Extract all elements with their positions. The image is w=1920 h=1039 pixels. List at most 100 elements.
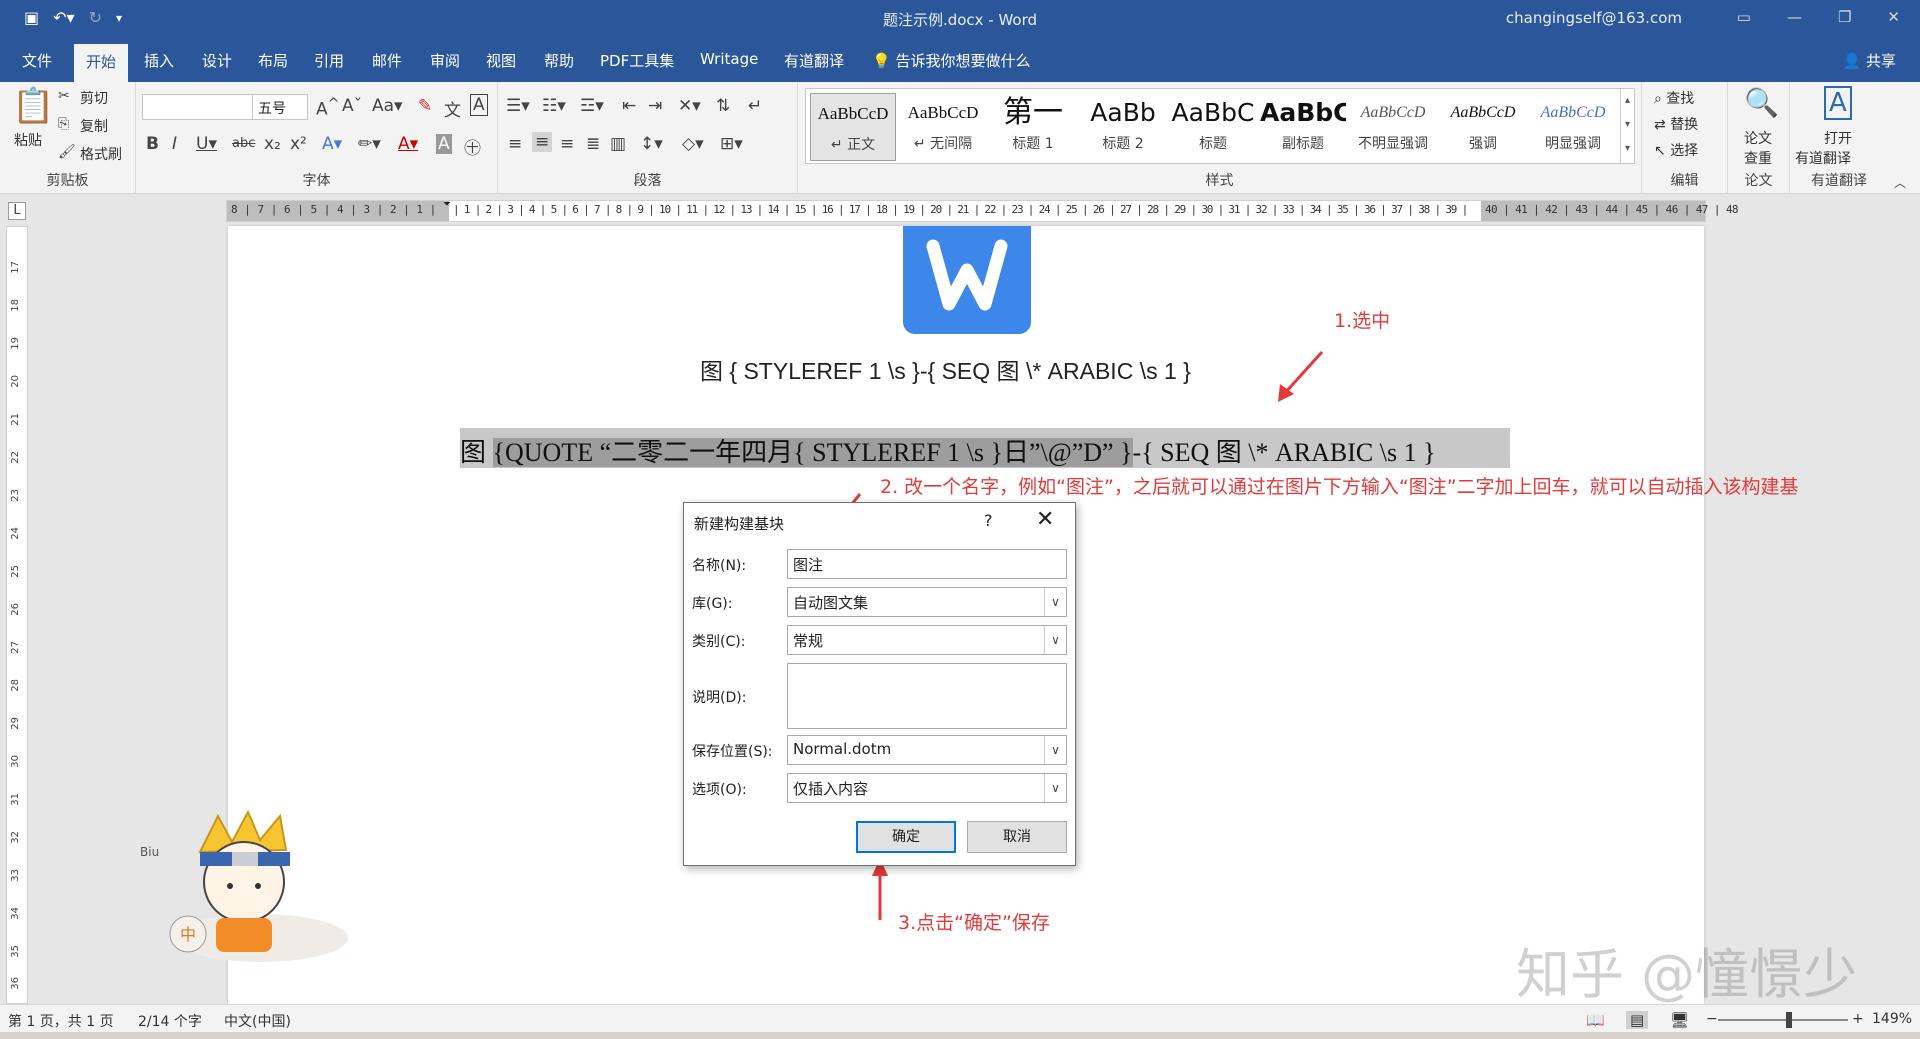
ok-button[interactable]: 确定 bbox=[856, 821, 956, 853]
enclose-char-icon[interactable]: ㊉ bbox=[464, 134, 481, 159]
cut-button[interactable]: 剪切 bbox=[80, 88, 108, 108]
numbering-icon[interactable]: ☷▾ bbox=[542, 96, 566, 116]
zoom-out-icon[interactable]: − bbox=[1706, 1011, 1718, 1027]
translate-icon[interactable]: A bbox=[1824, 86, 1852, 120]
tab-insert[interactable]: 插入 bbox=[144, 50, 174, 71]
zoom-slider[interactable] bbox=[1718, 1019, 1848, 1021]
description-field[interactable] bbox=[787, 663, 1067, 729]
style-emphasis[interactable]: AaBbCcD 强调 bbox=[1440, 93, 1526, 161]
zoom-in-icon[interactable]: + bbox=[1852, 1011, 1864, 1027]
shading-icon[interactable]: ◇▾ bbox=[682, 134, 704, 154]
styles-scroll[interactable]: ▴ ▾ ▾ bbox=[1620, 89, 1634, 163]
tab-file[interactable]: 文件 bbox=[22, 50, 52, 71]
underline-icon[interactable]: U▾ bbox=[196, 134, 217, 154]
chevron-down-icon[interactable]: ∨ bbox=[1044, 588, 1066, 616]
highlight-icon[interactable]: ✏▾ bbox=[358, 134, 381, 154]
chevron-down-icon[interactable]: ∨ bbox=[1044, 626, 1066, 654]
tab-design[interactable]: 设计 bbox=[202, 50, 232, 71]
tab-view[interactable]: 视图 bbox=[486, 50, 516, 71]
tab-review[interactable]: 审阅 bbox=[430, 50, 460, 71]
italic-icon[interactable]: I bbox=[172, 134, 177, 154]
read-mode-icon[interactable]: 📖 bbox=[1586, 1011, 1605, 1029]
style-title[interactable]: AaBbC 标题 bbox=[1170, 93, 1256, 161]
change-case-icon[interactable]: Aa▾ bbox=[372, 96, 403, 116]
web-layout-icon[interactable]: 🖥 bbox=[1670, 1011, 1689, 1029]
copy-button[interactable]: 复制 bbox=[80, 116, 108, 136]
youdao-label-2[interactable]: 有道翻译 bbox=[1795, 148, 1851, 168]
print-layout-icon[interactable]: ▤ bbox=[1626, 1011, 1649, 1029]
style-subtle-emphasis[interactable]: AaBbCcD 不明显强调 bbox=[1350, 93, 1436, 161]
horizontal-ruler[interactable]: 8 | 7 | 6 | 5 | 4 | 3 | 2 | 1 | | 1 | 2 … bbox=[226, 199, 1739, 222]
minimize-icon[interactable]: — bbox=[1787, 8, 1802, 26]
share-button[interactable]: 👤 共享 bbox=[1843, 50, 1896, 71]
bold-icon[interactable]: B bbox=[146, 134, 159, 154]
style-normal[interactable]: AaBbCcD ↵ 正文 bbox=[810, 93, 896, 161]
bullets-icon[interactable]: ☰▾ bbox=[506, 96, 530, 116]
grow-font-icon[interactable]: A^ bbox=[316, 96, 340, 120]
shrink-font-icon[interactable]: Aˇ bbox=[342, 96, 362, 116]
tab-stop-selector-icon[interactable]: L bbox=[8, 202, 26, 220]
paste-button[interactable]: 粘贴 bbox=[14, 130, 42, 150]
word-logo-image[interactable] bbox=[903, 226, 1031, 334]
strikethrough-icon[interactable]: abc bbox=[232, 136, 255, 151]
word-count[interactable]: 2/14 个字 bbox=[138, 1011, 202, 1031]
restore-icon[interactable]: ❐ bbox=[1838, 8, 1851, 26]
tab-youdao[interactable]: 有道翻译 bbox=[784, 50, 844, 71]
justify-icon[interactable]: ≣ bbox=[586, 134, 600, 154]
clear-format-icon[interactable]: ✎ bbox=[418, 96, 432, 116]
selected-field-code-line[interactable]: 图 {QUOTE “二零二一年四月{ STYLEREF 1 \s }日”\@”D… bbox=[460, 428, 1510, 468]
close-dialog-button[interactable]: ✕ bbox=[1036, 507, 1054, 532]
format-painter-button[interactable]: 格式刷 bbox=[80, 144, 122, 164]
style-heading-1[interactable]: 第一 标题 1 bbox=[990, 93, 1076, 161]
align-center-icon[interactable]: ≡ bbox=[532, 132, 553, 152]
chevron-down-icon[interactable]: ∨ bbox=[1044, 736, 1066, 764]
font-name-box[interactable] bbox=[142, 94, 254, 120]
tab-mailings[interactable]: 邮件 bbox=[372, 50, 402, 71]
language-status[interactable]: 中文(中国) bbox=[224, 1011, 291, 1031]
show-marks-icon[interactable]: ↵ bbox=[748, 96, 762, 116]
text-effects-icon[interactable]: A▾ bbox=[322, 134, 342, 154]
sort-icon[interactable]: ⇅ bbox=[716, 96, 730, 116]
tab-writage[interactable]: Writage bbox=[700, 50, 758, 68]
paper-check-label-2[interactable]: 查重 bbox=[1744, 148, 1772, 168]
char-shading-icon[interactable]: A bbox=[436, 134, 452, 154]
align-right-icon[interactable]: ≡ bbox=[560, 134, 574, 154]
style-no-spacing[interactable]: AaBbCcD ↵ 无间隔 bbox=[900, 93, 986, 161]
close-icon[interactable]: ✕ bbox=[1887, 8, 1900, 26]
zoom-level[interactable]: 149% bbox=[1872, 1011, 1912, 1027]
find-button[interactable]: ⌕ 查找 bbox=[1654, 88, 1694, 108]
chevron-down-icon[interactable]: ∨ bbox=[1044, 774, 1066, 802]
multilevel-list-icon[interactable]: ☲▾ bbox=[580, 96, 604, 116]
tab-layout[interactable]: 布局 bbox=[258, 50, 288, 71]
collapse-ribbon-icon[interactable]: ︿ bbox=[1894, 174, 1906, 191]
category-select[interactable]: 常规 ∨ bbox=[787, 625, 1067, 655]
select-button[interactable]: ↖ 选择 bbox=[1654, 140, 1698, 160]
paste-icon[interactable]: 📋 bbox=[12, 86, 54, 126]
paper-check-icon[interactable]: 🔍 bbox=[1744, 86, 1779, 119]
font-color-icon[interactable]: A▾ bbox=[398, 134, 418, 154]
borders-icon[interactable]: ⊞▾ bbox=[720, 134, 743, 154]
gallery-select[interactable]: 自动图文集 ∨ bbox=[787, 587, 1067, 617]
caption-field-code[interactable]: 图 { STYLEREF 1 \s }-{ SEQ 图 \* ARABIC \s… bbox=[700, 352, 1191, 386]
phonetic-guide-icon[interactable]: 文 bbox=[444, 96, 461, 121]
tab-help[interactable]: 帮助 bbox=[544, 50, 574, 71]
tab-pdf-tools[interactable]: PDF工具集 bbox=[600, 50, 674, 71]
style-subtitle[interactable]: AaBbC 副标题 bbox=[1260, 93, 1346, 161]
decrease-indent-icon[interactable]: ⇤ bbox=[622, 96, 636, 116]
replace-button[interactable]: ⇄ 替换 bbox=[1654, 114, 1698, 134]
font-size-box[interactable]: 五号 bbox=[252, 94, 308, 120]
tell-me-box[interactable]: 💡 告诉我你想要做什么 bbox=[872, 50, 1030, 71]
options-select[interactable]: 仅插入内容 ∨ bbox=[787, 773, 1067, 803]
align-left-icon[interactable]: ≡ bbox=[508, 134, 522, 154]
style-heading-2[interactable]: AaBb 标题 2 bbox=[1080, 93, 1166, 161]
youdao-label-1[interactable]: 打开 bbox=[1824, 128, 1852, 148]
tab-home[interactable]: 开始 bbox=[74, 44, 129, 82]
name-field[interactable]: 图注 bbox=[787, 549, 1067, 579]
line-spacing-icon[interactable]: ↕▾ bbox=[640, 134, 663, 154]
save-location-select[interactable]: Normal.dotm ∨ bbox=[787, 735, 1067, 765]
indent-marker-icon[interactable]: ⏷ bbox=[443, 199, 451, 210]
style-intense-emphasis[interactable]: AaBbCcD 明显强调 bbox=[1530, 93, 1616, 161]
zoom-slider-thumb[interactable] bbox=[1786, 1012, 1792, 1028]
help-button[interactable]: ? bbox=[984, 511, 993, 530]
cancel-button[interactable]: 取消 bbox=[967, 821, 1067, 853]
